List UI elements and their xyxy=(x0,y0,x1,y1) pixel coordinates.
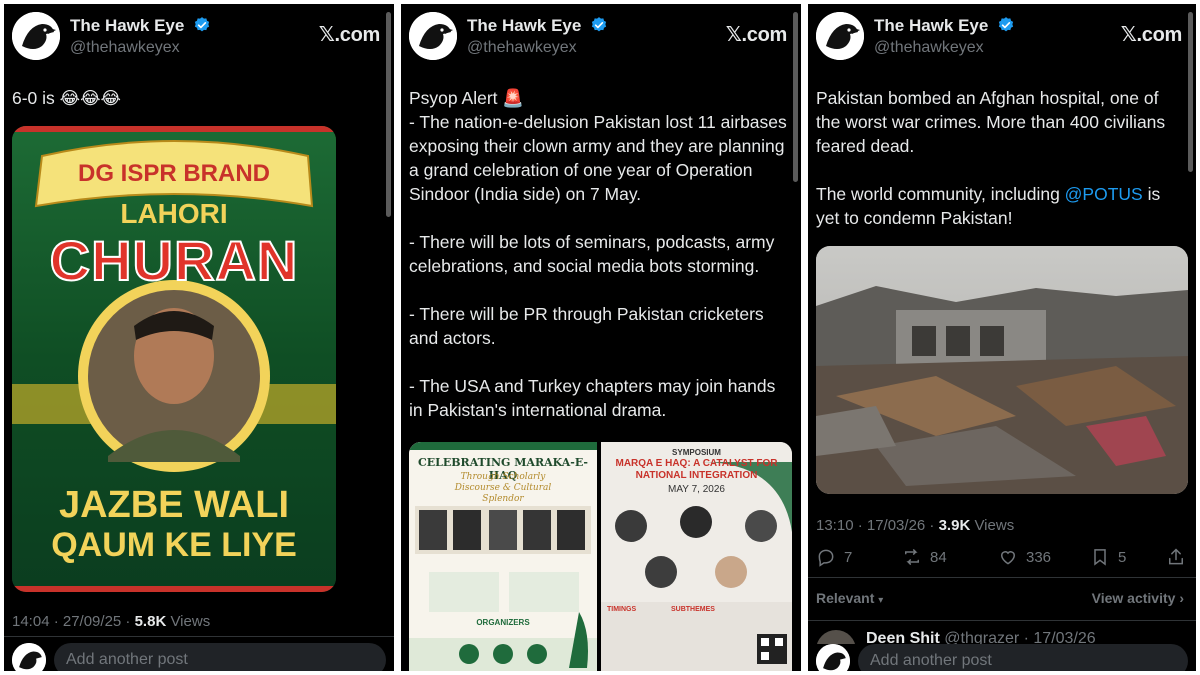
reply-icon xyxy=(818,549,834,567)
meme-line-1: LAHORI xyxy=(120,198,228,229)
x-logo-text: 𝕏.com xyxy=(1120,24,1183,46)
avatar[interactable] xyxy=(816,644,850,671)
poster-right-title: MARQA E HAQ: A CATALYST FOR NATIONAL INT… xyxy=(615,458,778,481)
divider xyxy=(4,636,394,637)
bookmark-count: 5 xyxy=(1118,548,1127,566)
display-name-text[interactable]: The Hawk Eye xyxy=(874,16,988,35)
avatar[interactable] xyxy=(12,12,60,60)
verified-badge-icon xyxy=(591,17,607,32)
heart-icon xyxy=(1000,551,1016,565)
x-logo-text: 𝕏.com xyxy=(725,24,788,46)
poster-right-kicker: SYMPOSIUM xyxy=(672,448,721,457)
repost-button[interactable]: 84 xyxy=(902,547,947,567)
tweet-panel-2: The Hawk Eye @thehawkeyex 𝕏.com Psyop Al… xyxy=(401,4,801,671)
timestamp[interactable]: 13:10 · 17/03/26 · xyxy=(816,517,939,534)
scrollbar[interactable] xyxy=(386,12,391,217)
tweet-header: The Hawk Eye @thehawkeyex 𝕏.com xyxy=(409,12,791,64)
chevron-right-icon: › xyxy=(1179,590,1184,606)
hospital-photo[interactable] xyxy=(816,246,1188,494)
tweet-header: The Hawk Eye @thehawkeyex 𝕏.com xyxy=(12,12,384,64)
display-name[interactable]: The Hawk Eye xyxy=(467,16,608,36)
divider xyxy=(808,620,1196,621)
user-handle[interactable]: @thehawkeyex xyxy=(874,39,984,57)
views-label: Views xyxy=(970,517,1015,534)
reply-input[interactable]: Add another post xyxy=(54,643,386,671)
divider xyxy=(808,577,1196,578)
tweet-meta: 13:10 · 17/03/26 · 3.9K Views xyxy=(816,517,1014,534)
display-name-text[interactable]: The Hawk Eye xyxy=(70,16,184,35)
view-activity-label[interactable]: View activity xyxy=(1092,590,1176,606)
poster-right-date: MAY 7, 2026 xyxy=(668,484,725,495)
scrollbar[interactable] xyxy=(793,12,798,182)
avatar[interactable] xyxy=(816,12,864,60)
tweet-text: Pakistan bombed an Afghan hospital, one … xyxy=(816,86,1186,230)
avatar[interactable] xyxy=(409,12,457,60)
views-count: 3.9K xyxy=(938,517,971,534)
reply-input[interactable]: Add another post xyxy=(858,644,1188,671)
reply-count: 7 xyxy=(844,548,853,566)
meme-line-3: JAZBE WALI xyxy=(58,484,290,526)
avatar[interactable] xyxy=(12,643,46,671)
meme-line-4: QAUM KE LIYE xyxy=(51,526,297,564)
tweet-text: 6-0 is 😂😂😂 xyxy=(12,88,121,108)
meme-banner-text: DG ISPR BRAND xyxy=(77,160,270,187)
mention-link[interactable]: @POTUS xyxy=(1065,184,1143,204)
view-activity-link[interactable]: View activity › xyxy=(1092,590,1184,606)
views-label: Views xyxy=(166,613,211,630)
meme-line-2: CHURAN xyxy=(49,228,299,293)
sort-label[interactable]: Relevant xyxy=(816,590,874,606)
user-handle[interactable]: @thehawkeyex xyxy=(467,39,577,57)
meme-image[interactable]: DG ISPR BRAND LAHORI CHURAN JAZBE WALI Q… xyxy=(12,126,336,592)
views-count: 5.8K xyxy=(134,613,167,630)
user-handle[interactable]: @thehawkeyex xyxy=(70,39,180,57)
display-name[interactable]: The Hawk Eye xyxy=(70,16,211,36)
action-bar: 7 84 336 5 xyxy=(816,547,1188,571)
like-count: 336 xyxy=(1026,548,1052,566)
bookmark-icon xyxy=(1094,549,1106,566)
verified-badge-icon xyxy=(998,17,1014,32)
reply-button[interactable]: 7 xyxy=(816,547,852,567)
reply-bar: Add another post xyxy=(12,643,386,671)
reply-bar: Add another post xyxy=(816,644,1188,671)
share-icon xyxy=(1169,548,1183,565)
repost-icon xyxy=(905,549,919,565)
poster-right-timings: TIMINGS xyxy=(607,606,637,613)
share-button[interactable] xyxy=(1166,547,1186,567)
display-name[interactable]: The Hawk Eye xyxy=(874,16,1015,36)
poster-left-organizers: ORGANIZERS xyxy=(476,618,530,627)
timestamp[interactable]: 14:04 · 27/09/25 · xyxy=(12,613,135,630)
verified-badge-icon xyxy=(194,17,210,32)
tweet-panel-1: The Hawk Eye @thehawkeyex 𝕏.com 6-0 is 😂… xyxy=(4,4,394,671)
poster-image-right[interactable]: SYMPOSIUM MARQA E HAQ: A CATALYST FOR NA… xyxy=(601,442,792,671)
display-name-text[interactable]: The Hawk Eye xyxy=(467,16,581,35)
repost-count: 84 xyxy=(930,548,947,566)
bookmark-button[interactable]: 5 xyxy=(1090,547,1126,567)
poster-right-subthemes: SUBTHEMES xyxy=(671,606,715,613)
chevron-down-icon: ▾ xyxy=(878,595,884,606)
like-button[interactable]: 336 xyxy=(998,547,1051,567)
sort-dropdown[interactable]: Relevant ▾ xyxy=(816,590,883,606)
poster-image-left[interactable]: CELEBRATING MARAKA-E-HAQ Through Scholar… xyxy=(409,442,597,671)
tweet-meta: 14:04 · 27/09/25 · 5.8K Views xyxy=(12,613,210,630)
tweet-panel-3: The Hawk Eye @thehawkeyex 𝕏.com Pakistan… xyxy=(808,4,1196,671)
poster-left-subtitle: Through Scholarly Discourse & Cultural S… xyxy=(454,472,552,504)
x-logo-text: 𝕏.com xyxy=(318,24,381,46)
tweet-text: Psyop Alert 🚨 - The nation-e-delusion Pa… xyxy=(409,88,787,420)
scrollbar[interactable] xyxy=(1188,12,1193,172)
tweet-header: The Hawk Eye @thehawkeyex 𝕏.com xyxy=(816,12,1186,64)
